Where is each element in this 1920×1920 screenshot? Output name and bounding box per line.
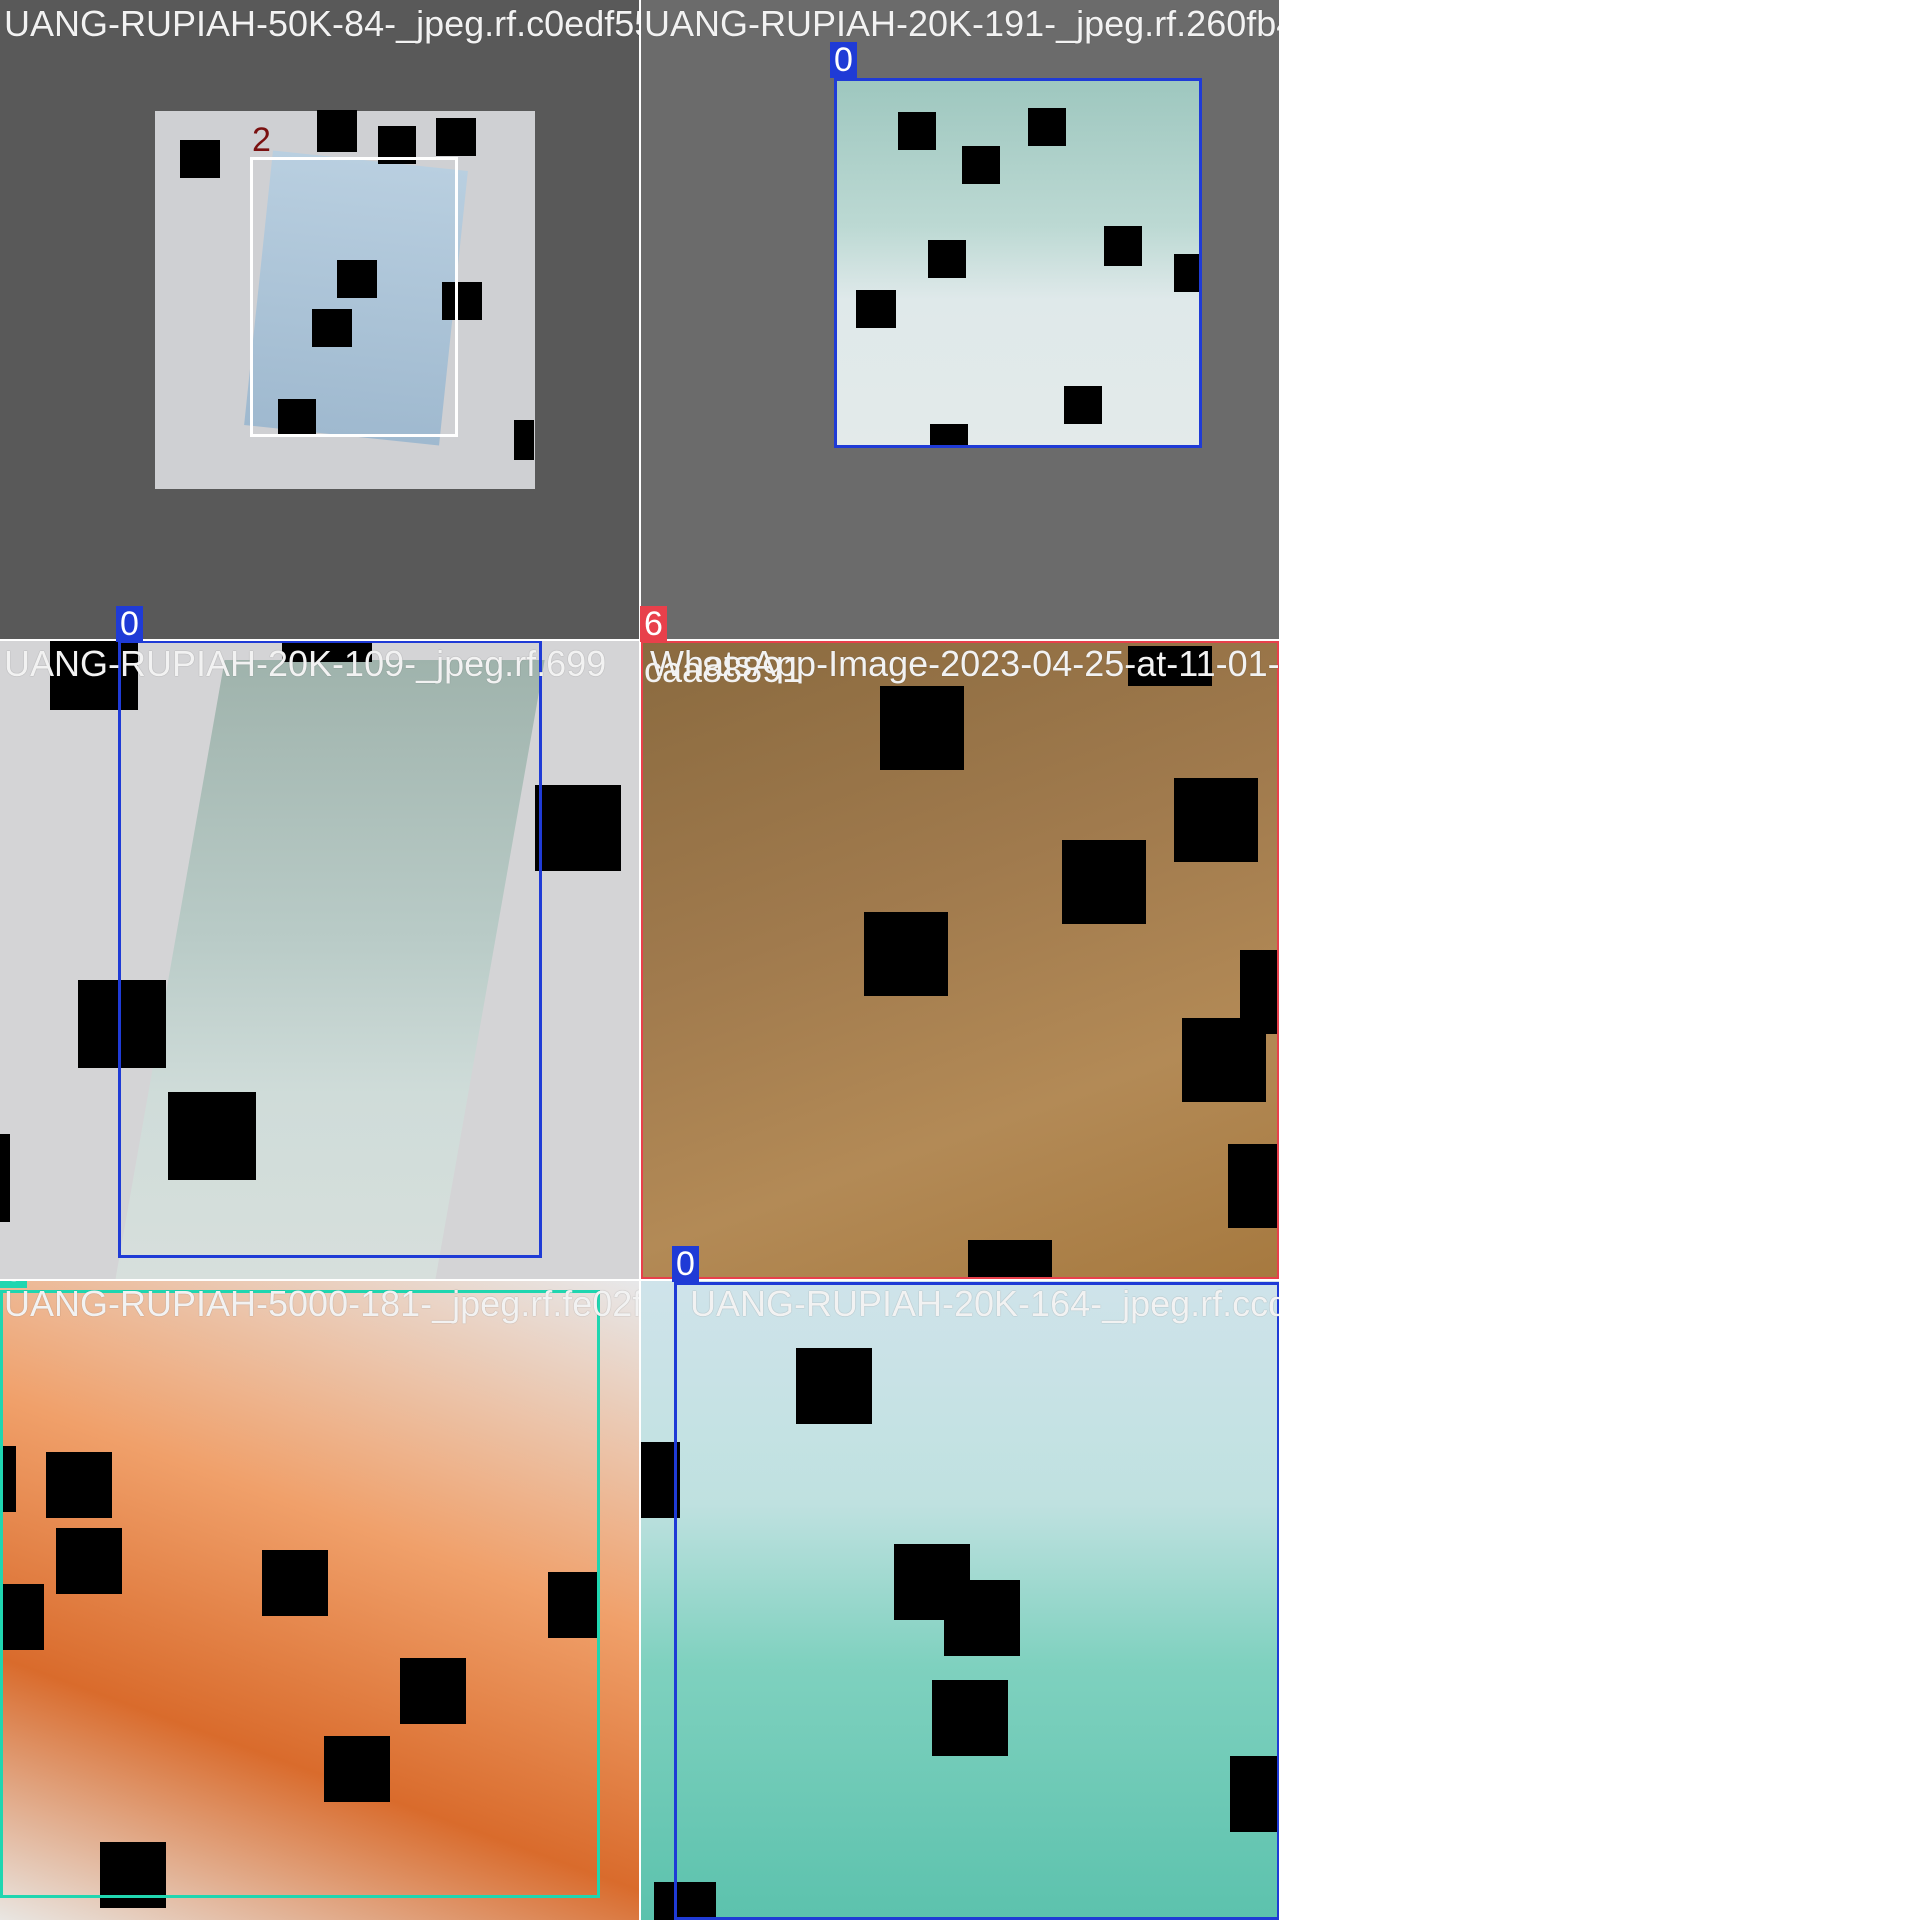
occlusion-block (317, 110, 357, 152)
occlusion-block (436, 118, 476, 156)
tile-filename: UANG-RUPIAH-5000-181-_jpeg.rf.fe02f4904 (4, 1283, 640, 1324)
occlusion-block (535, 785, 621, 871)
class-label: 0 (830, 42, 857, 78)
grid-divider (0, 1279, 1280, 1281)
bounding-box (640, 640, 1280, 1280)
class-label: 0 (672, 1246, 699, 1282)
occlusion-block (514, 420, 534, 460)
tile-image-5: 3 UANG-RUPIAH-5000-181-_jpeg.rf.fe02f490… (0, 1280, 640, 1920)
bounding-box (250, 157, 458, 437)
occlusion-block (0, 1134, 10, 1222)
class-label: 6 (640, 606, 667, 642)
tile-image-3: UANG-RUPIAH-20K-109-_jpeg.rf.699 (0, 640, 640, 1280)
bounding-box (0, 1290, 600, 1898)
tile-image-1: 2 UANG-RUPIAH-50K-84-_jpeg.rf.c0edf552e6… (0, 0, 640, 640)
tile-image-4: WhatsApp-Image-2023-04-25-at-11-01-23-3- (640, 640, 1280, 1280)
tile-image-2: 0 UANG-RUPIAH-20K-191-_jpeg.rf.260fb4397… (640, 0, 1280, 640)
class-label: 2 (252, 121, 271, 159)
tile-image-6: UANG-RUPIAH-20K-164-_jpeg.rf.ccd0068ab15 (640, 1280, 1280, 1920)
tile-filename: UANG-RUPIAH-20K-109-_jpeg.rf.699 (4, 643, 607, 684)
class-label: 0 (116, 606, 143, 642)
tile-filename: UANG-RUPIAH-20K-191-_jpeg.rf.260fb43975c (644, 3, 1280, 44)
tile-filename: UANG-RUPIAH-20K-164-_jpeg.rf.ccd0068ab15 (690, 1283, 1280, 1324)
grid-divider (639, 0, 641, 1920)
overlap-text: caa88891 (644, 649, 803, 690)
bounding-box (834, 78, 1202, 448)
tile-filename: UANG-RUPIAH-50K-84-_jpeg.rf.c0edf552e670 (4, 3, 640, 44)
bounding-box (118, 640, 542, 1258)
grid-divider (1279, 0, 1281, 1920)
occlusion-block (180, 140, 220, 178)
bounding-box (674, 1282, 1280, 1920)
